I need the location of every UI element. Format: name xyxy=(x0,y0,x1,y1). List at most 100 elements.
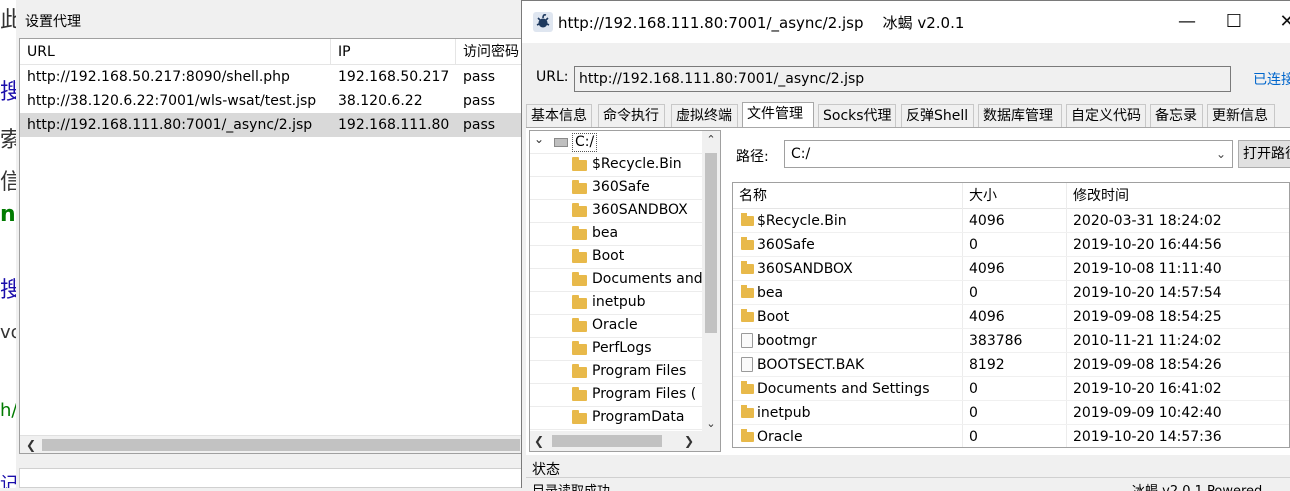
tree-item[interactable]: 360SANDBOX xyxy=(530,200,703,223)
tab-command-exec[interactable]: 命令执行 xyxy=(598,104,665,128)
tab-file-manager[interactable]: 文件管理 xyxy=(742,102,814,129)
table-row[interactable]: 360Safe 0 2019-10-20 16:44:56 xyxy=(733,233,1289,257)
bg-text-fragment: n xyxy=(0,202,16,227)
proxy-settings-window: 设置代理 URL IP 访问密码 http://192.168.50.217:8… xyxy=(16,0,536,488)
folder-icon xyxy=(741,309,754,322)
tree-root-item[interactable]: ⌄ C:/ xyxy=(530,131,703,154)
file-mtime: 2020-03-31 18:24:02 xyxy=(1073,213,1222,229)
tree-item-label: Oracle xyxy=(592,317,638,333)
chevron-left-icon[interactable]: ❮ xyxy=(22,436,40,453)
tree-item[interactable]: 360Safe xyxy=(530,177,703,200)
folder-icon xyxy=(741,405,754,418)
tree-item[interactable]: Oracle xyxy=(530,315,703,338)
folder-icon xyxy=(741,261,754,274)
table-row[interactable]: Oracle 0 2019-10-20 14:57:36 xyxy=(733,425,1289,447)
folder-icon xyxy=(572,341,587,355)
file-mtime: 2019-09-08 18:54:25 xyxy=(1073,309,1222,325)
row-url: http://38.120.6.22:7001/wls-wsat/test.js… xyxy=(27,93,317,109)
bg-text-fragment: h/ xyxy=(0,400,16,421)
table-row[interactable]: BOOTSECT.BAK 8192 2019-09-08 18:54:26 xyxy=(733,353,1289,377)
tab-socks-proxy[interactable]: Socks代理 xyxy=(818,104,896,128)
file-size: 0 xyxy=(969,429,978,445)
folder-icon xyxy=(572,364,587,378)
chevron-down-icon[interactable]: ⌄ xyxy=(534,132,544,146)
tree-item[interactable]: Documents and xyxy=(530,269,703,292)
tree-item-label: Program Files xyxy=(592,363,687,379)
file-size: 0 xyxy=(969,237,978,253)
chevron-right-icon[interactable]: ❯ xyxy=(680,431,698,451)
column-header-mtime[interactable]: 修改时间 xyxy=(1067,183,1289,209)
column-header-ip[interactable]: IP xyxy=(331,39,456,65)
file-name: Boot xyxy=(757,309,790,325)
file-name: bea xyxy=(757,285,784,301)
folder-icon xyxy=(572,180,587,194)
column-header-url[interactable]: URL xyxy=(20,39,331,65)
column-header-name[interactable]: 名称 xyxy=(733,183,963,209)
tab-custom-code[interactable]: 自定义代码 xyxy=(1066,104,1146,128)
chevron-down-icon[interactable]: ⌄ xyxy=(1216,141,1226,167)
tree-item-label: Boot xyxy=(592,248,625,264)
file-name: 360SANDBOX xyxy=(757,261,853,277)
tree-item[interactable]: ProgramData xyxy=(530,407,703,430)
bg-text-fragment: 搜 xyxy=(0,80,16,105)
tree-item[interactable]: bea xyxy=(530,223,703,246)
bg-text-fragment: vo xyxy=(0,322,16,343)
tab-virtual-terminal[interactable]: 虚拟终端 xyxy=(671,104,738,128)
table-row[interactable]: bea 0 2019-10-20 14:57:54 xyxy=(733,281,1289,305)
table-row[interactable]: inetpub 0 2019-09-09 10:42:40 xyxy=(733,401,1289,425)
open-path-button[interactable]: 打开路径 xyxy=(1238,140,1290,168)
table-row[interactable]: http://38.120.6.22:7001/wls-wsat/test.js… xyxy=(20,89,530,113)
url-field[interactable]: http://192.168.111.80:7001/_async/2.jsp xyxy=(574,66,1231,92)
column-header-password[interactable]: 访问密码 xyxy=(456,39,530,65)
folder-icon xyxy=(741,237,754,250)
folder-icon xyxy=(572,410,587,424)
bg-text-fragment: 记 xyxy=(0,474,16,488)
tab-reverse-shell[interactable]: 反弹Shell xyxy=(901,104,974,128)
tree-item[interactable]: $Recycle.Bin xyxy=(530,154,703,177)
tree-item[interactable]: Program Files ( xyxy=(530,384,703,407)
table-row[interactable]: Boot 4096 2019-09-08 18:54:25 xyxy=(733,305,1289,329)
table-row[interactable]: bootmgr 383786 2010-11-21 11:24:02 xyxy=(733,329,1289,353)
proxy-bottom-panel xyxy=(19,468,531,488)
table-row-selected[interactable]: http://192.168.111.80:7001/_async/2.jsp … xyxy=(20,113,530,137)
tree-vscrollbar[interactable]: ⌃ ⌄ xyxy=(702,131,720,433)
vscroll-thumb[interactable] xyxy=(705,153,717,333)
chevron-left-icon[interactable]: ❮ xyxy=(530,431,548,451)
tree-hscrollbar[interactable]: ❮ ❯ xyxy=(530,431,720,451)
tab-database-manager[interactable]: 数据库管理 xyxy=(978,104,1062,128)
folder-icon xyxy=(741,381,754,394)
maximize-icon[interactable]: ☐ xyxy=(1219,7,1249,37)
table-row[interactable]: http://192.168.50.217:8090/shell.php 192… xyxy=(20,65,530,89)
minimize-icon[interactable]: — xyxy=(1172,7,1202,37)
proxy-table-hscrollbar[interactable]: ❮ xyxy=(20,435,530,453)
table-row[interactable]: 360SANDBOX 4096 2019-10-08 11:11:40 xyxy=(733,257,1289,281)
tab-basic-info[interactable]: 基本信息 xyxy=(526,104,592,128)
tree-item[interactable]: PerfLogs xyxy=(530,338,703,361)
folder-icon xyxy=(741,285,754,298)
tree-item-label: $Recycle.Bin xyxy=(592,156,682,172)
status-version: 冰蝎 v2.0.1 Powered xyxy=(1132,480,1262,491)
bg-text-fragment: 搜 xyxy=(0,278,16,303)
tab-update-info[interactable]: 更新信息 xyxy=(1207,104,1275,128)
row-password: pass xyxy=(463,117,496,133)
tree-item[interactable]: Program Files xyxy=(530,361,703,384)
tab-memo[interactable]: 备忘录 xyxy=(1150,104,1203,128)
file-name: Oracle xyxy=(757,429,803,445)
table-row[interactable]: $Recycle.Bin 4096 2020-03-31 18:24:02 xyxy=(733,209,1289,233)
close-icon[interactable]: ✕ xyxy=(1272,7,1290,37)
window-title: http://192.168.111.80:7001/_async/2.jsp … xyxy=(558,14,965,32)
hscroll-thumb[interactable] xyxy=(42,439,520,451)
title-bar[interactable]: http://192.168.111.80:7001/_async/2.jsp … xyxy=(522,1,1290,43)
column-header-size[interactable]: 大小 xyxy=(963,183,1067,209)
hscroll-thumb[interactable] xyxy=(552,435,662,447)
file-mtime: 2019-09-09 10:42:40 xyxy=(1073,405,1222,421)
table-row[interactable]: Documents and Settings 0 2019-10-20 16:4… xyxy=(733,377,1289,401)
chevron-up-icon[interactable]: ⌃ xyxy=(702,131,720,149)
tree-item-label: 360Safe xyxy=(592,179,650,195)
tree-item-label: inetpub xyxy=(592,294,646,310)
folder-icon xyxy=(572,226,587,240)
tree-item[interactable]: Boot xyxy=(530,246,703,269)
path-label: 路径: xyxy=(736,149,769,165)
path-combobox[interactable]: C:/ ⌄ xyxy=(784,140,1233,168)
tree-item[interactable]: inetpub xyxy=(530,292,703,315)
